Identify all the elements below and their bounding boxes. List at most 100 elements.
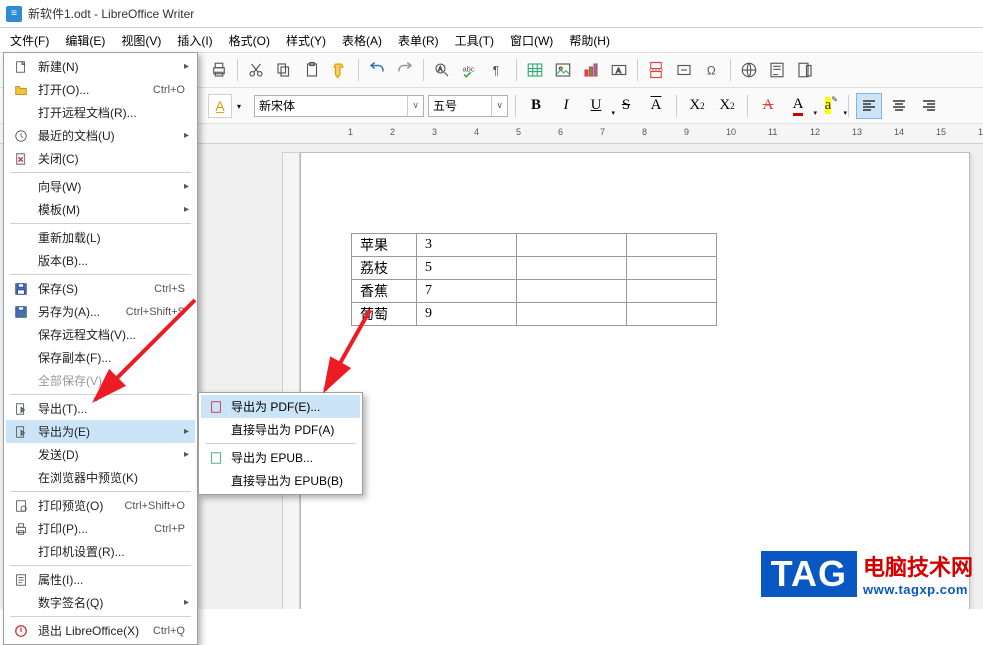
menu-save-copy[interactable]: 保存副本(F)... <box>6 346 195 369</box>
bookmark-button[interactable] <box>792 57 818 83</box>
menu-exit[interactable]: 退出 LibreOffice(X)Ctrl+Q <box>6 619 195 642</box>
window-title: 新软件1.odt - LibreOffice Writer <box>28 5 194 22</box>
watermark-cn: 电脑技术网 <box>863 550 973 582</box>
menu-save-remote[interactable]: 保存远程文档(V)... <box>6 323 195 346</box>
menu-open-remote[interactable]: 打开远程文档(R)... <box>6 101 195 124</box>
menu-new[interactable]: 新建(N)▸ <box>6 55 195 78</box>
clone-format-button[interactable] <box>327 57 353 83</box>
italic-button[interactable]: I <box>553 93 579 119</box>
file-menu-dropdown: 新建(N)▸ 打开(O)...Ctrl+O 打开远程文档(R)... 最近的文档… <box>3 52 198 645</box>
paragraph-style-button[interactable]: A̲▾ <box>208 94 232 118</box>
menu-styles[interactable]: 样式(Y) <box>278 30 334 51</box>
folder-open-icon <box>12 83 30 97</box>
page-break-button[interactable] <box>643 57 669 83</box>
font-name-value: 新宋体 <box>259 97 295 114</box>
menu-recent[interactable]: 最近的文档(U)▸ <box>6 124 195 147</box>
menu-save-all: 全部保存(V) <box>6 369 195 392</box>
watermark-tag: TAG <box>761 551 857 597</box>
menu-open[interactable]: 打开(O)...Ctrl+O <box>6 78 195 101</box>
table-row[interactable]: 苹果3 <box>352 234 717 257</box>
menu-export[interactable]: 导出(T)... <box>6 397 195 420</box>
menu-window[interactable]: 窗口(W) <box>502 30 561 51</box>
print-icon <box>12 522 30 536</box>
align-left-button[interactable] <box>856 93 882 119</box>
menu-edit[interactable]: 编辑(E) <box>57 30 113 51</box>
submenu-direct-epub[interactable]: 直接导出为 EPUB(B) <box>201 469 360 492</box>
font-name-combo[interactable]: 新宋体∨ <box>254 95 424 117</box>
vertical-ruler[interactable] <box>282 152 300 609</box>
title-bar: ≡ 新软件1.odt - LibreOffice Writer <box>0 0 983 28</box>
redo-button[interactable] <box>392 57 418 83</box>
menu-print[interactable]: 打印(P)...Ctrl+P <box>6 517 195 540</box>
menu-export-as[interactable]: 导出为(E)▸ <box>6 420 195 443</box>
special-char-button[interactable]: Ω <box>699 57 725 83</box>
menu-file[interactable]: 文件(F) <box>2 30 57 51</box>
overline-button[interactable]: A <box>643 93 669 119</box>
clear-format-button[interactable]: A <box>755 93 781 119</box>
align-right-button[interactable] <box>916 93 942 119</box>
watermark: TAG 电脑技术网 www.tagxp.com <box>761 550 973 597</box>
submenu-direct-pdf[interactable]: 直接导出为 PDF(A) <box>201 418 360 441</box>
font-size-combo[interactable]: 五号∨ <box>428 95 508 117</box>
menu-send[interactable]: 发送(D)▸ <box>6 443 195 466</box>
menu-print-preview[interactable]: 打印预览(O)Ctrl+Shift+O <box>6 494 195 517</box>
subscript-button[interactable]: X2 <box>714 93 740 119</box>
menu-close[interactable]: 关闭(C) <box>6 147 195 170</box>
menu-tools[interactable]: 工具(T) <box>447 30 502 51</box>
menu-save[interactable]: 保存(S)Ctrl+S <box>6 277 195 300</box>
align-center-button[interactable] <box>886 93 912 119</box>
watermark-url: www.tagxp.com <box>863 582 973 597</box>
underline-button[interactable]: U▾ <box>583 93 609 119</box>
table-row[interactable]: 葡萄9 <box>352 303 717 326</box>
paste-button[interactable] <box>299 57 325 83</box>
font-size-value: 五号 <box>433 97 457 114</box>
menu-wizard[interactable]: 向导(W)▸ <box>6 175 195 198</box>
table-row[interactable]: 香蕉7 <box>352 280 717 303</box>
hyperlink-button[interactable] <box>736 57 762 83</box>
export-icon <box>12 402 30 416</box>
footnote-button[interactable] <box>764 57 790 83</box>
copy-button[interactable] <box>271 57 297 83</box>
menu-format[interactable]: 格式(O) <box>221 30 278 51</box>
menu-properties[interactable]: 属性(I)... <box>6 568 195 591</box>
menu-form[interactable]: 表单(R) <box>390 30 447 51</box>
menu-insert[interactable]: 插入(I) <box>169 30 220 51</box>
formatting-marks-button[interactable]: ¶ <box>485 57 511 83</box>
insert-textbox-button[interactable]: A <box>606 57 632 83</box>
menu-preview-browser[interactable]: 在浏览器中预览(K) <box>6 466 195 489</box>
highlight-button[interactable]: a✎▾ <box>815 93 841 119</box>
menu-template[interactable]: 模板(M)▸ <box>6 198 195 221</box>
cut-button[interactable] <box>243 57 269 83</box>
undo-button[interactable] <box>364 57 390 83</box>
insert-chart-button[interactable] <box>578 57 604 83</box>
menu-reload[interactable]: 重新加载(L) <box>6 226 195 249</box>
font-color-button[interactable]: A▾ <box>785 93 811 119</box>
export-as-submenu: 导出为 PDF(E)... 直接导出为 PDF(A) 导出为 EPUB... 直… <box>198 392 363 495</box>
menu-digital-signature[interactable]: 数字签名(Q)▸ <box>6 591 195 614</box>
insert-image-button[interactable] <box>550 57 576 83</box>
svg-text:Ω: Ω <box>707 64 716 78</box>
menu-printer-settings[interactable]: 打印机设置(R)... <box>6 540 195 563</box>
menu-view[interactable]: 视图(V) <box>113 30 169 51</box>
table-row[interactable]: 荔枝5 <box>352 257 717 280</box>
submenu-export-pdf[interactable]: 导出为 PDF(E)... <box>201 395 360 418</box>
menu-saveas[interactable]: 另存为(A)...Ctrl+Shift+S <box>6 300 195 323</box>
menu-version[interactable]: 版本(B)... <box>6 249 195 272</box>
submenu-export-epub[interactable]: 导出为 EPUB... <box>201 446 360 469</box>
menu-help[interactable]: 帮助(H) <box>561 30 618 51</box>
superscript-button[interactable]: X2 <box>684 93 710 119</box>
menu-table[interactable]: 表格(A) <box>334 30 390 51</box>
pdf-icon <box>207 400 225 414</box>
properties-icon <box>12 573 30 587</box>
document-page[interactable]: 苹果3荔枝5香蕉7葡萄9 <box>300 152 970 609</box>
bold-button[interactable]: B <box>523 93 549 119</box>
spellcheck-button[interactable]: abc <box>457 57 483 83</box>
print-button[interactable] <box>206 57 232 83</box>
insert-table-button[interactable] <box>522 57 548 83</box>
find-button[interactable]: A <box>429 57 455 83</box>
export-as-icon <box>12 425 30 439</box>
menu-bar: 文件(F) 编辑(E) 视图(V) 插入(I) 格式(O) 样式(Y) 表格(A… <box>0 28 983 52</box>
data-table[interactable]: 苹果3荔枝5香蕉7葡萄9 <box>351 233 717 326</box>
strikethrough-button[interactable]: S <box>613 93 639 119</box>
insert-field-button[interactable] <box>671 57 697 83</box>
